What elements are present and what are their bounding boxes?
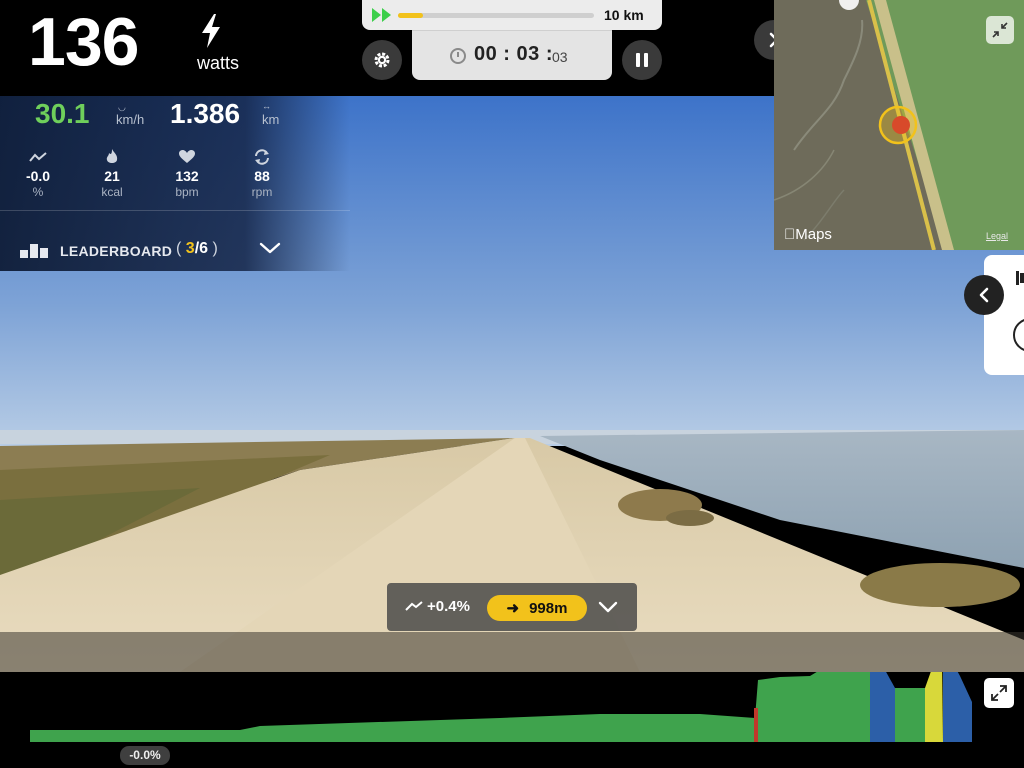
calories-value: 21	[104, 168, 120, 184]
speed-unit: km/h	[116, 112, 145, 127]
elevation-grade-badge: -0.0%	[120, 746, 170, 765]
chevron-left-icon	[979, 287, 989, 303]
side-panel	[984, 255, 1024, 375]
metric-cadence: 88 rpm	[232, 148, 292, 199]
next-segment-distance: 998m	[529, 599, 568, 617]
progress-fill	[398, 13, 424, 18]
power-value: 136	[28, 4, 139, 80]
leaderboard-icon	[20, 244, 48, 258]
settings-button[interactable]	[362, 40, 402, 80]
map-brand: Maps	[784, 226, 832, 243]
metric-heart-rate: 132 bpm	[157, 148, 217, 199]
collapse-icon	[992, 22, 1008, 38]
heart-rate-unit: bpm	[175, 185, 199, 199]
cadence-unit: rpm	[251, 185, 273, 199]
leaderboard-label[interactable]: LEADERBOARD	[60, 243, 172, 259]
cadence-icon	[255, 149, 269, 165]
pause-button[interactable]	[622, 40, 662, 80]
metric-calories: 21 kcal	[82, 148, 142, 199]
heart-icon	[179, 150, 195, 163]
leaderboard-position: ( 3/6 )	[176, 240, 218, 257]
timer-fraction: 03	[552, 49, 568, 65]
heart-rate-value: 132	[175, 168, 199, 184]
gear-icon	[374, 52, 390, 68]
map-legal-link[interactable]: Legal	[986, 231, 1008, 241]
leaderboard-rank: 3	[185, 240, 195, 257]
arrow-right-icon: ➜	[506, 600, 520, 617]
route-map[interactable]: Maps Legal	[774, 0, 1024, 250]
play-icon	[372, 8, 391, 22]
total-distance: 10 km	[604, 7, 644, 23]
flame-icon	[106, 149, 118, 163]
stats-divider	[0, 210, 350, 211]
current-slope: +0.4%	[427, 598, 470, 615]
power-unit: watts	[197, 53, 240, 73]
cadence-value: 88	[254, 168, 270, 184]
next-segment-badge: ➜ 998m	[487, 595, 587, 621]
distance-value: 1.386	[170, 98, 241, 129]
progress-track	[398, 13, 594, 18]
speed-value: 30.1	[35, 98, 90, 129]
pause-icon	[636, 53, 648, 67]
stats-panel: 30.1 ◡ km/h 1.386 ↔ km -0.0 % 21 kcal 13…	[0, 96, 350, 271]
chevron-down-icon[interactable]	[597, 599, 619, 615]
gradient-icon	[29, 152, 47, 162]
side-panel-toggle-button[interactable]	[964, 275, 1004, 315]
expand-icon	[991, 685, 1007, 701]
incline-icon	[405, 601, 423, 611]
leaderboard-total: 6	[199, 240, 209, 257]
ride-screen: 136 watts 10 km 00 : 03 : 03 Maps Legal …	[0, 0, 1024, 768]
slope-indicator: +0.4% ➜ 998m	[387, 583, 637, 631]
clock-icon	[450, 48, 466, 64]
side-panel-content	[1013, 271, 1024, 351]
timer-main: 00 : 03 :	[474, 43, 553, 65]
calories-unit: kcal	[101, 185, 123, 199]
distance-arrows-icon: ↔	[262, 101, 271, 111]
grade-value: -0.0	[25, 168, 51, 184]
metric-grade: -0.0 %	[8, 148, 68, 199]
map-collapse-button[interactable]	[986, 16, 1014, 44]
grade-unit: %	[32, 185, 44, 199]
distance-unit: km	[262, 112, 280, 127]
bolt-icon	[202, 14, 220, 48]
route-progress: 10 km	[362, 0, 662, 30]
elevation-expand-button[interactable]	[984, 678, 1014, 708]
chevron-down-icon[interactable]	[258, 240, 282, 256]
elapsed-timer: 00 : 03 : 03	[412, 30, 612, 80]
